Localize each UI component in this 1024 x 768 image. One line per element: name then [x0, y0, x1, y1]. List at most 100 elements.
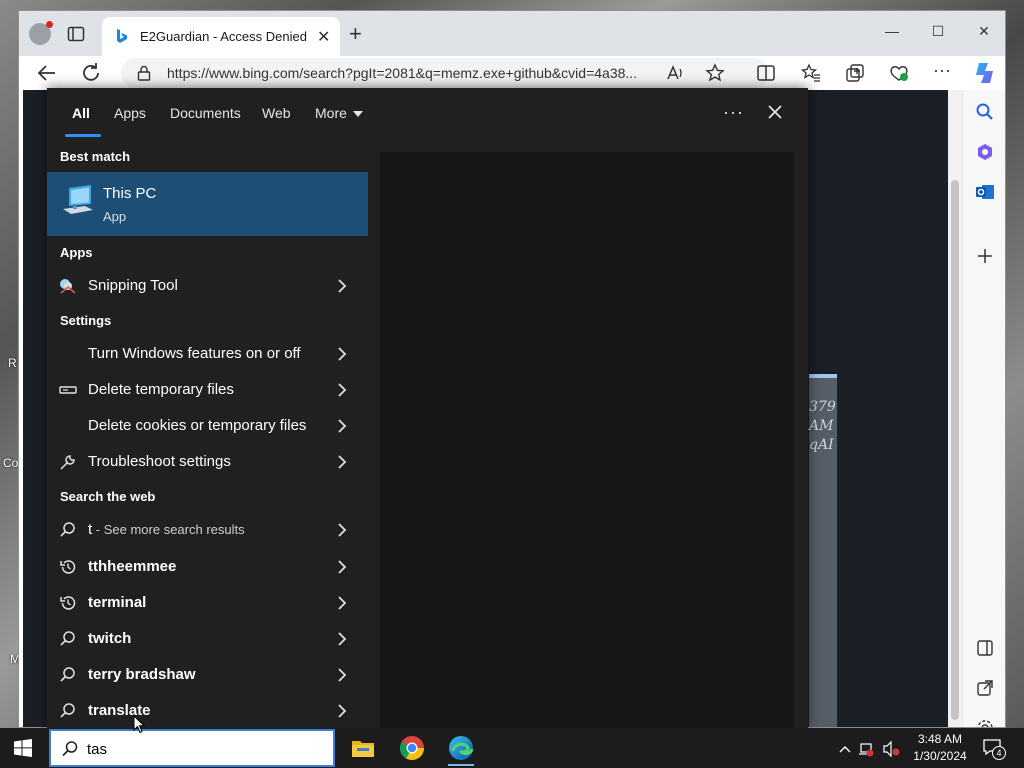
- browser-tab[interactable]: E2Guardian - Access Denied ✕: [102, 17, 340, 56]
- web-result[interactable]: twitch: [47, 621, 368, 657]
- snipping-tool-icon: [60, 279, 76, 294]
- tab-documents[interactable]: Documents: [170, 105, 241, 121]
- active-app-indicator: [448, 764, 474, 766]
- page-text-fragment: qAI: [809, 437, 834, 453]
- result-label: Turn Windows features on or off: [88, 345, 301, 362]
- url-field[interactable]: https://www.bing.com/search?pgIt=2081&q=…: [121, 58, 769, 88]
- gear-icon[interactable]: [975, 718, 995, 728]
- wrench-icon: [60, 455, 75, 470]
- taskbar-chrome[interactable]: [397, 734, 427, 762]
- system-tray[interactable]: [836, 740, 906, 758]
- active-tab-indicator: [65, 134, 101, 137]
- mouse-cursor-icon: [133, 715, 145, 734]
- tab-web[interactable]: Web: [262, 105, 291, 121]
- chevron-right-icon[interactable]: [336, 595, 348, 611]
- sidebar-toggle-icon[interactable]: [975, 638, 995, 658]
- web-result[interactable]: terminal: [47, 585, 368, 621]
- windows-search-panel: All Apps Documents Web More ··· Best mat…: [47, 88, 808, 728]
- search-filter-tabs: All Apps Documents Web More ···: [47, 88, 808, 138]
- search-icon: [62, 741, 78, 757]
- tab-all[interactable]: All: [72, 105, 90, 121]
- favorite-star-icon[interactable]: [705, 63, 725, 83]
- taskbar-file-explorer[interactable]: [348, 734, 378, 762]
- chevron-down-icon: [352, 111, 363, 118]
- outlook-icon[interactable]: [975, 182, 995, 202]
- action-center-button[interactable]: 4: [982, 738, 1006, 760]
- page-text-fragment: AM: [809, 418, 834, 434]
- close-icon[interactable]: [763, 100, 787, 124]
- add-icon[interactable]: [975, 246, 995, 266]
- desktop-icon-label[interactable]: R: [8, 356, 17, 370]
- search-input[interactable]: [87, 738, 327, 760]
- history-icon: [60, 596, 76, 610]
- chrome-icon: [399, 736, 424, 761]
- result-label: Delete temporary files: [88, 381, 234, 398]
- copilot-icon[interactable]: [973, 61, 997, 85]
- settings-result[interactable]: Turn Windows features on or off: [47, 336, 368, 372]
- chevron-right-icon[interactable]: [336, 559, 348, 575]
- search-icon: [60, 667, 75, 682]
- collections-icon[interactable]: [845, 63, 865, 83]
- minimize-button[interactable]: —: [869, 17, 915, 45]
- tab-actions-icon[interactable]: [67, 25, 85, 43]
- clock-date: 1/30/2024: [913, 749, 967, 763]
- best-match-type: App: [103, 209, 127, 224]
- settings-more-icon[interactable]: ···: [933, 60, 953, 80]
- chevron-right-icon[interactable]: [336, 667, 348, 683]
- maximize-button[interactable]: ☐: [915, 17, 961, 45]
- desktop-icon-label[interactable]: Co: [3, 456, 18, 470]
- close-tab-icon[interactable]: ✕: [317, 27, 330, 47]
- scrollbar-thumb[interactable]: [951, 180, 959, 720]
- settings-result[interactable]: Delete temporary files: [47, 372, 368, 408]
- app-result-snipping-tool[interactable]: Snipping Tool: [47, 268, 368, 304]
- chevron-right-icon[interactable]: [336, 454, 348, 470]
- taskbar-edge[interactable]: [446, 734, 476, 766]
- settings-result[interactable]: Delete cookies or temporary files: [47, 408, 368, 444]
- result-label: t - See more search results: [88, 521, 245, 538]
- read-aloud-icon[interactable]: [665, 63, 685, 83]
- search-icon: [60, 631, 75, 646]
- favorites-icon[interactable]: [801, 63, 821, 83]
- web-result-see-more[interactable]: t - See more search results: [47, 512, 368, 548]
- history-icon: [60, 560, 76, 574]
- lock-icon[interactable]: [137, 65, 151, 81]
- settings-result[interactable]: Troubleshoot settings: [47, 444, 368, 480]
- tab-apps[interactable]: Apps: [114, 105, 146, 121]
- open-external-icon[interactable]: [975, 678, 995, 698]
- web-result[interactable]: tthheemmee: [47, 549, 368, 585]
- tab-more-label: More: [315, 105, 347, 121]
- taskbar-search-box[interactable]: [49, 729, 335, 767]
- profile-avatar[interactable]: [29, 21, 53, 45]
- new-tab-button[interactable]: +: [349, 23, 362, 45]
- shopping-icon[interactable]: [975, 142, 995, 162]
- system-clock[interactable]: 3:48 AM 1/30/2024: [906, 731, 974, 765]
- chevron-right-icon[interactable]: [336, 278, 348, 294]
- result-label: Troubleshoot settings: [88, 453, 231, 470]
- page-scrollbar[interactable]: [948, 90, 962, 727]
- this-pc-icon: [63, 185, 93, 214]
- search-icon[interactable]: [975, 102, 995, 122]
- tab-bar: E2Guardian - Access Denied ✕ + — ☐ ✕: [19, 11, 1005, 56]
- back-arrow-icon[interactable]: [35, 61, 59, 85]
- chevron-right-icon[interactable]: [336, 418, 348, 434]
- close-window-button[interactable]: ✕: [961, 17, 1005, 45]
- folder-icon: [352, 741, 374, 757]
- best-match-item[interactable]: This PC App: [47, 172, 368, 236]
- web-result[interactable]: translate: [47, 693, 368, 728]
- web-result[interactable]: terry bradshaw: [47, 657, 368, 693]
- chevron-right-icon[interactable]: [336, 382, 348, 398]
- tab-title: E2Guardian - Access Denied: [140, 29, 307, 44]
- more-options-icon[interactable]: ···: [723, 102, 744, 123]
- section-heading-settings: Settings: [60, 313, 112, 328]
- refresh-icon[interactable]: [79, 61, 103, 85]
- chevron-right-icon[interactable]: [336, 631, 348, 647]
- chevron-right-icon[interactable]: [336, 522, 348, 538]
- tab-more[interactable]: More: [315, 105, 363, 121]
- browser-essentials-icon[interactable]: [889, 63, 909, 83]
- windows-start-icon[interactable]: [14, 739, 32, 757]
- section-heading-best-match: Best match: [60, 149, 131, 164]
- chevron-right-icon[interactable]: [336, 703, 348, 719]
- split-screen-icon[interactable]: [756, 63, 776, 83]
- notification-count-badge: 4: [992, 746, 1006, 760]
- chevron-right-icon[interactable]: [336, 346, 348, 362]
